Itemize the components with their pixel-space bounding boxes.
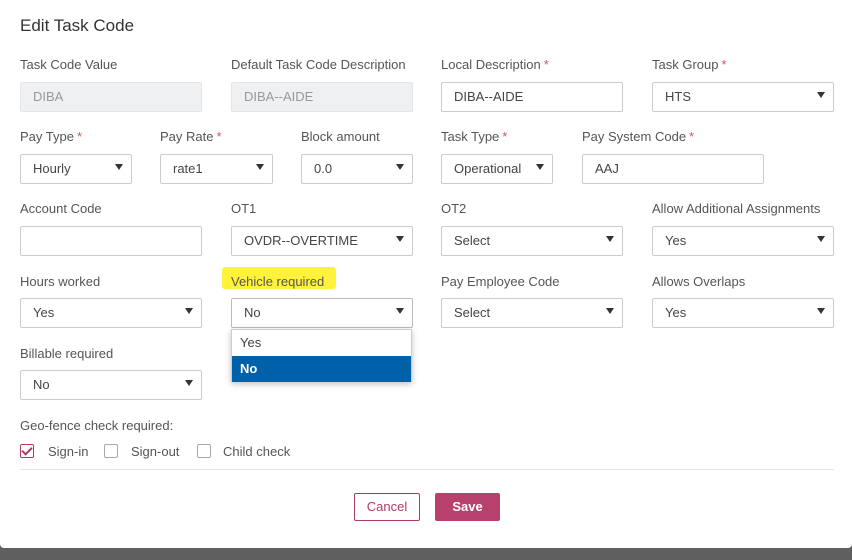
pay-rate-select[interactable]: rate1	[160, 154, 273, 184]
chevron-down-icon	[185, 380, 193, 386]
allow-additional-select[interactable]: Yes	[652, 226, 834, 256]
default-description-label: Default Task Code Description	[231, 57, 406, 72]
local-description-input[interactable]: DIBA--AIDE	[441, 82, 623, 112]
chevron-down-icon	[396, 308, 404, 314]
cancel-button[interactable]: Cancel	[354, 493, 420, 521]
chevron-down-icon	[536, 164, 544, 170]
task-group-label: Task Group *	[652, 57, 727, 72]
sign-out-label: Sign-out	[131, 444, 180, 459]
vehicle-required-select[interactable]: No	[231, 298, 413, 328]
hours-worked-select[interactable]: Yes	[20, 298, 202, 328]
task-code-value-input: DIBA	[20, 82, 202, 112]
child-check-label: Child check	[223, 444, 291, 459]
pay-rate-label: Pay Rate *	[160, 129, 222, 144]
pay-employee-code-label: Pay Employee Code	[441, 274, 560, 289]
pay-employee-code-select[interactable]: Select	[441, 298, 623, 328]
required-marker: *	[543, 57, 549, 72]
allows-overlaps-select[interactable]: Yes	[652, 298, 834, 328]
allow-additional-label: Allow Additional Assignments	[652, 201, 821, 216]
chevron-down-icon	[817, 236, 825, 242]
save-button[interactable]: Save	[435, 493, 500, 521]
child-check-checkbox[interactable]	[197, 444, 211, 458]
task-group-select[interactable]: HTS	[652, 82, 834, 112]
chevron-down-icon	[115, 164, 123, 170]
block-amount-select[interactable]: 0.0	[301, 154, 413, 184]
geofence-label: Geo-fence check required:	[20, 418, 174, 433]
footer-divider	[20, 469, 834, 470]
billable-required-select[interactable]: No	[20, 370, 202, 400]
required-marker: *	[76, 129, 83, 144]
account-code-label: Account Code	[20, 201, 102, 216]
default-description-input: DIBA--AIDE	[231, 82, 413, 112]
edit-task-code-dialog: Edit Task Code Task Code Value DIBA Defa…	[0, 0, 852, 548]
chevron-down-icon	[606, 308, 614, 314]
pay-system-code-input[interactable]: AAJ	[582, 154, 764, 184]
chevron-down-icon	[817, 308, 825, 314]
chevron-down-icon	[185, 308, 193, 314]
sign-in-checkbox[interactable]	[20, 444, 34, 458]
dropdown-option-no[interactable]: No	[232, 356, 411, 382]
ot1-label: OT1	[231, 201, 257, 216]
task-code-value-label: Task Code Value	[20, 57, 118, 72]
pay-type-label: Pay Type *	[20, 129, 83, 144]
required-marker: *	[216, 129, 222, 144]
dropdown-option-yes[interactable]: Yes	[232, 330, 411, 356]
block-amount-label: Block amount	[301, 129, 380, 144]
billable-required-label: Billable required	[20, 346, 114, 361]
task-type-label: Task Type *	[441, 129, 508, 144]
required-marker: *	[502, 129, 508, 144]
ot1-select[interactable]: OVDR--OVERTIME	[231, 226, 413, 256]
sign-out-checkbox[interactable]	[104, 444, 118, 458]
chevron-down-icon	[817, 92, 825, 98]
ot2-label: OT2	[441, 201, 467, 216]
vehicle-required-label: Vehicle required	[231, 274, 325, 289]
task-type-select[interactable]: Operational	[441, 154, 553, 184]
sign-in-label: Sign-in	[48, 444, 89, 459]
pay-system-code-label: Pay System Code *	[582, 129, 695, 144]
local-description-label: Local Description *	[441, 57, 549, 72]
dialog-title: Edit Task Code	[20, 16, 135, 35]
allows-overlaps-label: Allows Overlaps	[652, 274, 746, 289]
required-marker: *	[721, 57, 727, 72]
chevron-down-icon	[396, 236, 404, 242]
required-marker: *	[689, 129, 695, 144]
chevron-down-icon	[396, 164, 404, 170]
chevron-down-icon	[606, 236, 614, 242]
account-code-input[interactable]	[20, 226, 202, 256]
pay-type-select[interactable]: Hourly	[20, 154, 132, 184]
chevron-down-icon	[256, 164, 264, 170]
ot2-select[interactable]: Select	[441, 226, 623, 256]
hours-worked-label: Hours worked	[20, 274, 101, 289]
vehicle-required-dropdown: Yes No	[231, 329, 412, 382]
